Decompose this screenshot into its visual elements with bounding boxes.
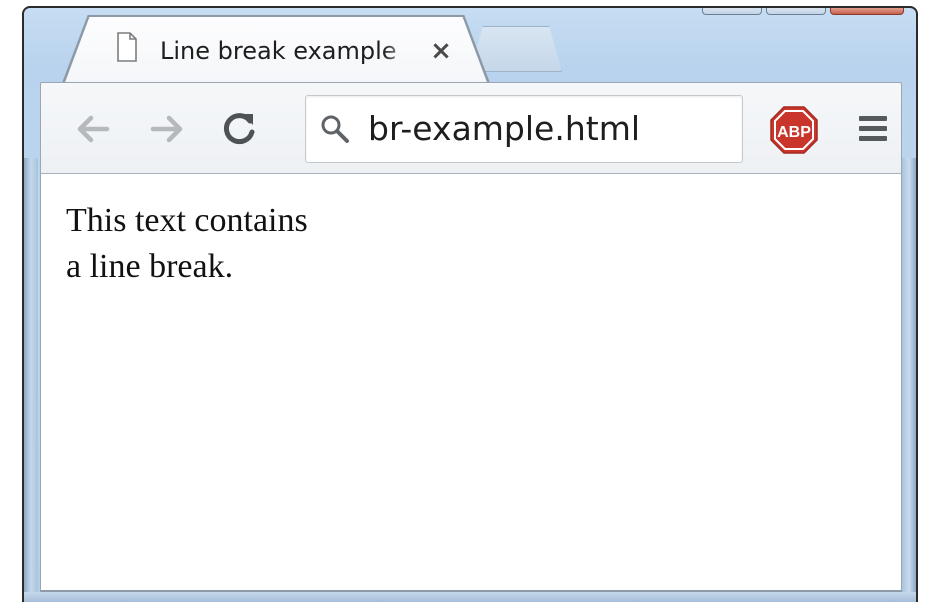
maximize-button[interactable]	[766, 8, 826, 15]
page-viewport: This text contains a line break.	[40, 174, 902, 592]
back-arrow-icon[interactable]	[71, 107, 115, 151]
browser-window: Line break example × br-example.html ABP…	[22, 6, 918, 602]
new-tab-button[interactable]	[470, 26, 562, 72]
hamburger-menu-icon[interactable]	[853, 109, 893, 149]
page-text-line-1: This text contains	[66, 202, 308, 239]
window-caption-buttons	[582, 8, 904, 16]
forward-arrow-icon[interactable]	[145, 107, 189, 151]
document-icon	[117, 32, 137, 62]
window-frame-left	[24, 158, 38, 602]
page-text: This text contains a line break.	[66, 198, 308, 290]
page-text-line-2: a line break.	[66, 248, 234, 285]
close-window-button[interactable]	[830, 8, 904, 15]
minimize-button[interactable]	[702, 8, 762, 15]
reload-icon[interactable]	[217, 107, 261, 151]
adblock-plus-icon[interactable]: ABP	[769, 105, 819, 155]
search-icon	[321, 115, 349, 143]
tab-title: Line break example	[160, 37, 397, 65]
address-bar[interactable]: br-example.html	[305, 95, 743, 163]
browser-toolbar: br-example.html ABP	[40, 82, 902, 174]
abp-label: ABP	[777, 124, 811, 141]
window-frame-bottom	[24, 592, 916, 602]
screenshot-canvas: Line break example × br-example.html ABP…	[0, 0, 928, 602]
window-frame-right	[902, 158, 916, 602]
address-bar-text[interactable]: br-example.html	[368, 108, 728, 150]
tab-close-icon[interactable]: ×	[426, 36, 456, 66]
